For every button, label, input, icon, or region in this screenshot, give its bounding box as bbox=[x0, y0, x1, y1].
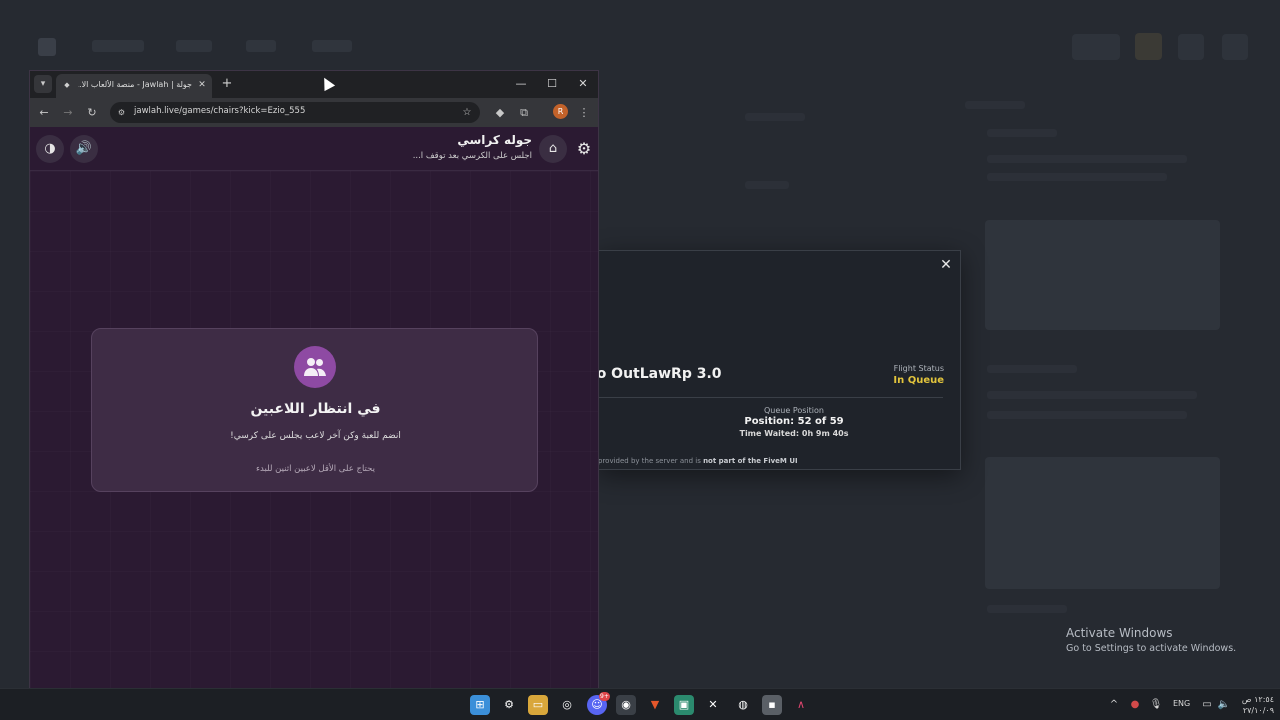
flight-status-label: Flight Status bbox=[893, 364, 944, 373]
fivem-footer: provided by the server and is not part o… bbox=[598, 457, 798, 465]
browser-window: ▾ ◆ جولة | Jawlah - منصة الألعاب الا... … bbox=[29, 70, 599, 690]
clock-date: ٢٧/١٠/٠٩ bbox=[1242, 706, 1274, 715]
profile-avatar[interactable]: R bbox=[553, 104, 568, 119]
clock[interactable]: ١٢:٥٤ ص ٢٧/١٠/٠٩ bbox=[1232, 694, 1274, 716]
forward-button[interactable]: → bbox=[58, 103, 78, 123]
close-window-button[interactable]: ✕ bbox=[572, 74, 594, 94]
app-icon[interactable]: ▪ bbox=[762, 695, 782, 715]
volume-icon[interactable]: 🔈 bbox=[1216, 697, 1232, 713]
home-icon[interactable]: ⌂ bbox=[539, 135, 567, 163]
background-nav-item bbox=[176, 40, 212, 52]
reload-button[interactable]: ↻ bbox=[82, 103, 102, 123]
jawlah-app-icon[interactable]: ∧ bbox=[791, 695, 811, 715]
bookmark-star-icon[interactable]: ☆ bbox=[460, 106, 474, 120]
fivem-queue-dialog: ✕ to OutLawRp 3.0 Flight Status In Queue… bbox=[590, 250, 961, 470]
settings-gear-icon[interactable]: ⚙ bbox=[574, 139, 594, 159]
tab-search-button[interactable]: ▾ bbox=[34, 75, 52, 93]
waiting-description: انضم للعبة وكن آخر لاعب يجلس على كرسي! bbox=[230, 431, 401, 441]
watermark-subtitle: Go to Settings to activate Windows. bbox=[1066, 643, 1237, 654]
background-chip bbox=[1222, 34, 1248, 60]
background-nav-item bbox=[312, 40, 352, 52]
back-button[interactable]: ← bbox=[34, 103, 54, 123]
settings-app-icon[interactable]: ⚙ bbox=[499, 695, 519, 715]
theme-toggle-icon[interactable]: ◑ bbox=[36, 135, 64, 163]
background-panel bbox=[700, 95, 940, 245]
background-chip bbox=[1178, 34, 1204, 60]
extensions-puzzle-icon[interactable]: ⧉ bbox=[514, 103, 534, 123]
favicon-icon: ◆ bbox=[64, 81, 70, 89]
browser-menu-icon[interactable]: ⋮ bbox=[574, 103, 594, 123]
extension-icon[interactable]: ◆ bbox=[490, 103, 510, 123]
address-bar[interactable]: ⚙ jawlah.live/games/chairs?kick=Ezio_555… bbox=[110, 102, 480, 123]
players-icon bbox=[294, 346, 336, 388]
clock-time: ١٢:٥٤ ص bbox=[1241, 695, 1274, 704]
queue-position-value: Position: 52 of 59 bbox=[744, 416, 844, 427]
game-title: جوله كراسي bbox=[457, 133, 532, 147]
maximize-button[interactable]: ☐ bbox=[541, 74, 563, 94]
background-logo-icon bbox=[38, 38, 56, 56]
new-tab-button[interactable]: + bbox=[218, 75, 236, 93]
background-accent-button bbox=[1135, 33, 1162, 60]
file-explorer-icon[interactable]: ▭ bbox=[528, 695, 548, 715]
discord-icon[interactable]: ☺ 9+ bbox=[587, 692, 610, 715]
activate-windows-watermark: Activate Windows Go to Settings to activ… bbox=[1066, 626, 1236, 654]
brave-icon[interactable]: ▼ bbox=[645, 695, 665, 715]
chrome-icon[interactable]: ◉ bbox=[616, 695, 636, 715]
background-sidebar bbox=[965, 95, 1225, 655]
flight-status-value: In Queue bbox=[893, 375, 944, 386]
waiting-title: في انتظار اللاعبين bbox=[250, 401, 381, 417]
waiting-players-card: في انتظار اللاعبين انضم للعبة وكن آخر لا… bbox=[91, 328, 538, 492]
start-icon[interactable]: ⊞ bbox=[470, 695, 490, 715]
discord-badge: 9+ bbox=[599, 692, 610, 701]
tab-strip: ▾ ◆ جولة | Jawlah - منصة الألعاب الا... … bbox=[30, 71, 598, 98]
language-indicator[interactable]: ENG bbox=[1173, 699, 1190, 708]
tab-close-icon[interactable]: ✕ bbox=[196, 79, 208, 91]
queue-position-label: Queue Position bbox=[764, 406, 824, 415]
server-title: to OutLawRp 3.0 bbox=[590, 366, 722, 382]
game-subtitle: اجلس على الكرسي بعد توقف ا... bbox=[412, 151, 532, 161]
tab-title: جولة | Jawlah - منصة الألعاب الا... bbox=[78, 80, 192, 89]
waiting-note: يحتاج على الأقل لاعبين اثنين للبدء bbox=[256, 464, 375, 474]
url-text: jawlah.live/games/chairs?kick=Ezio_555 bbox=[134, 106, 306, 116]
minimize-button[interactable]: — bbox=[510, 74, 532, 94]
browser-toolbar: ← → ↻ ⚙ jawlah.live/games/chairs?kick=Ez… bbox=[30, 98, 598, 127]
sound-icon[interactable]: 🔊 bbox=[70, 135, 98, 163]
network-icon[interactable]: ▭ bbox=[1199, 697, 1215, 713]
obs-icon[interactable]: ◍ bbox=[733, 695, 753, 715]
capcut-icon[interactable]: ✕ bbox=[703, 695, 723, 715]
microphone-icon[interactable]: 🎙 bbox=[1148, 697, 1164, 713]
site-info-icon[interactable]: ⚙ bbox=[116, 107, 127, 118]
time-waited: Time Waited: 0h 9m 40s bbox=[739, 429, 849, 438]
browser-tab[interactable]: ◆ جولة | Jawlah - منصة الألعاب الا... ✕ bbox=[56, 74, 212, 98]
background-chip bbox=[1072, 34, 1120, 60]
steam-icon[interactable]: ◎ bbox=[557, 695, 577, 715]
game-page: ◑ 🔊 جوله كراسي اجلس على الكرسي بعد توقف … bbox=[30, 127, 598, 689]
app-icon[interactable]: ▣ bbox=[674, 695, 694, 715]
background-nav-item bbox=[246, 40, 276, 52]
game-header: ◑ 🔊 جوله كراسي اجلس على الكرسي بعد توقف … bbox=[30, 127, 598, 171]
close-icon[interactable]: ✕ bbox=[938, 257, 954, 273]
divider bbox=[598, 397, 943, 398]
watermark-title: Activate Windows bbox=[1066, 626, 1173, 640]
background-nav-item bbox=[92, 40, 144, 52]
taskbar: ⊞ ⚙ ▭ ◎ ☺ 9+ ◉ ▼ ▣ ✕ ◍ ▪ ∧ ^ ● 🎙 ENG ▭ 🔈 … bbox=[0, 688, 1280, 720]
tray-overflow-icon[interactable]: ^ bbox=[1106, 697, 1122, 713]
tray-app-icon[interactable]: ● bbox=[1127, 697, 1143, 713]
